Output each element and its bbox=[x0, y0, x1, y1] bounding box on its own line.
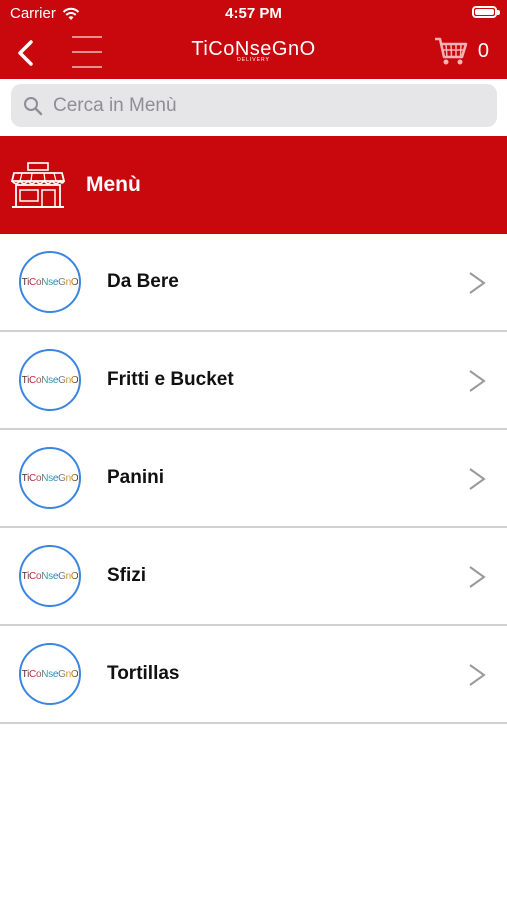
category-logo: TiCoNseGnO bbox=[19, 251, 81, 313]
search-icon-wrapper bbox=[15, 96, 51, 116]
logo-text: TiCoNseGnO bbox=[21, 668, 79, 680]
search-icon bbox=[24, 96, 43, 115]
status-time: 4:57 PM bbox=[225, 5, 282, 22]
list-item[interactable]: TiCoNseGnO Fritti e Bucket bbox=[0, 332, 507, 430]
brand-subtitle: DELIVERY bbox=[237, 57, 270, 63]
category-logo: TiCoNseGnO bbox=[19, 447, 81, 509]
category-label: Tortillas bbox=[107, 663, 180, 684]
category-logo: TiCoNseGnO bbox=[19, 643, 81, 705]
navigation-bar: TiCoNseGnO DELIVERY 0 bbox=[0, 28, 507, 79]
chevron-right-icon bbox=[469, 272, 486, 294]
search-bar-container bbox=[0, 79, 507, 135]
list-item[interactable]: TiCoNseGnO Tortillas bbox=[0, 626, 507, 724]
chevron-right-icon bbox=[469, 468, 486, 490]
chevron-right-icon bbox=[469, 370, 486, 392]
cart-button[interactable]: 0 bbox=[434, 36, 489, 66]
chevron-right-icon bbox=[469, 664, 486, 686]
category-label: Fritti e Bucket bbox=[107, 369, 234, 390]
category-logo: TiCoNseGnO bbox=[19, 349, 81, 411]
status-bar: Carrier 4:57 PM bbox=[0, 0, 507, 28]
list-item[interactable]: TiCoNseGnO Sfizi bbox=[0, 528, 507, 626]
menu-section-header: Menù bbox=[0, 136, 507, 234]
shopping-cart-icon bbox=[434, 37, 468, 65]
category-label: Da Bere bbox=[107, 271, 179, 292]
category-label: Panini bbox=[107, 467, 165, 488]
logo-text: TiCoNseGnO bbox=[21, 374, 79, 386]
brand-logo: TiCoNseGnO DELIVERY bbox=[0, 38, 507, 63]
app-header: Carrier 4:57 PM TiCoNseGnO DELIVERY 0 bbox=[0, 0, 507, 79]
cart-count-badge: 0 bbox=[477, 39, 489, 62]
search-bar[interactable] bbox=[11, 84, 497, 127]
store-icon bbox=[10, 162, 66, 208]
logo-text: TiCoNseGnO bbox=[21, 472, 79, 484]
logo-text: TiCoNseGnO bbox=[21, 570, 79, 582]
category-label: Sfizi bbox=[107, 565, 147, 586]
list-item[interactable]: TiCoNseGnO Panini bbox=[0, 430, 507, 528]
search-input[interactable] bbox=[51, 93, 485, 118]
chevron-right-icon bbox=[469, 566, 486, 588]
section-title: Menù bbox=[86, 173, 141, 196]
battery-icon bbox=[472, 6, 500, 18]
logo-text: TiCoNseGnO bbox=[21, 276, 79, 288]
category-list: TiCoNseGnO Da Bere TiCoNseGnO Fritti e B… bbox=[0, 234, 507, 724]
list-item[interactable]: TiCoNseGnO Da Bere bbox=[0, 234, 507, 332]
category-logo: TiCoNseGnO bbox=[19, 545, 81, 607]
